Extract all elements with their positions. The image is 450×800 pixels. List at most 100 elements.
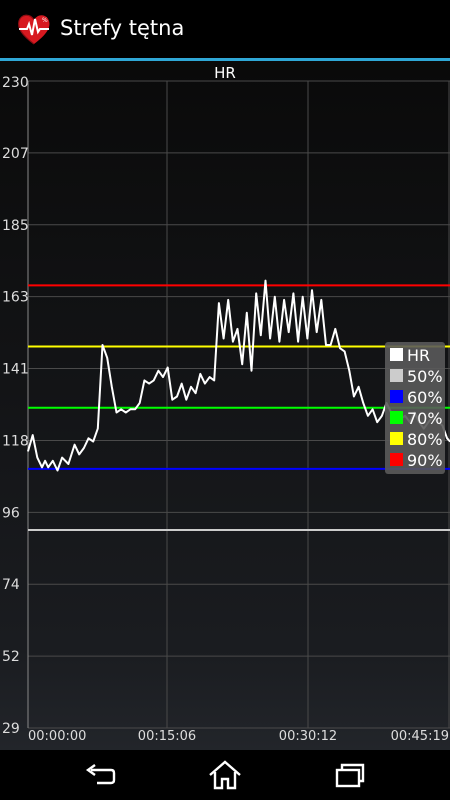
y-tick-label: 96	[2, 505, 20, 521]
hr-point	[288, 331, 290, 333]
hr-point	[199, 373, 201, 375]
hr-point	[320, 299, 322, 301]
hr-point	[32, 434, 34, 436]
hr-point	[367, 415, 369, 417]
x-tick-label: 00:15:06	[138, 729, 196, 744]
x-tick-label: 00:45:19	[391, 729, 449, 744]
legend-label: 60%	[407, 388, 443, 407]
hr-chart: 23020718516314111896745229 00:00:00 00:15:…	[2, 75, 450, 744]
hr-point	[129, 408, 132, 410]
hr-point	[125, 411, 127, 414]
hr-point	[190, 386, 192, 388]
y-tick-label: 207	[2, 146, 29, 162]
legend-swatch	[390, 453, 403, 466]
legend-swatch	[390, 432, 403, 445]
hr-point	[67, 463, 69, 465]
hr-point	[306, 337, 308, 340]
hr-point	[195, 392, 197, 394]
hr-point	[246, 312, 248, 314]
hr-point	[78, 453, 80, 455]
hr-point	[83, 447, 85, 449]
legend-label: 80%	[407, 430, 443, 449]
back-button[interactable]	[70, 750, 130, 800]
svg-text:%: %	[42, 17, 48, 24]
x-tick-label: 00:30:12	[279, 729, 337, 744]
legend-swatch	[390, 390, 403, 403]
hr-point	[362, 402, 364, 404]
hr-point	[236, 328, 239, 330]
hr-point	[357, 386, 360, 388]
hr-point	[371, 408, 374, 410]
hr-point	[52, 460, 54, 462]
hr-point	[344, 350, 346, 352]
hr-point	[218, 302, 220, 304]
legend-label: 90%	[407, 451, 443, 470]
hr-point	[376, 421, 378, 423]
hr-point	[181, 382, 183, 385]
hr-point	[27, 450, 29, 452]
hr-point	[134, 408, 136, 410]
hr-point	[143, 379, 146, 381]
chart-title: HR	[214, 64, 236, 82]
hr-point	[208, 376, 211, 378]
hr-point	[47, 466, 49, 468]
hr-point	[36, 457, 38, 459]
legend-swatch	[390, 348, 403, 361]
hr-point	[162, 376, 164, 378]
hr-point	[260, 334, 262, 336]
x-tick-label: 00:00:00	[28, 729, 86, 744]
hr-point	[283, 299, 285, 301]
legend-label: 70%	[407, 409, 443, 428]
y-tick-label: 185	[2, 218, 29, 234]
hr-point	[61, 457, 63, 459]
recents-icon	[335, 763, 365, 788]
hr-point	[153, 379, 155, 381]
hr-point	[92, 440, 94, 443]
hr-point	[56, 469, 59, 472]
hr-point	[274, 296, 276, 298]
chart-area: 230 207 185 163 141 118 96 74 52 29 00:00:00 00:15:…	[0, 61, 450, 750]
hr-point	[73, 444, 76, 446]
hr-point	[241, 363, 243, 365]
hr-point	[250, 370, 253, 372]
hr-point	[255, 292, 257, 295]
hr-point	[330, 344, 332, 346]
hr-point	[115, 411, 118, 414]
app-title: Strefy tętna	[60, 16, 185, 40]
y-tick-label: 74	[2, 577, 20, 593]
hr-point	[232, 341, 234, 343]
hr-point	[353, 395, 355, 398]
hr-point	[87, 437, 90, 439]
recents-button[interactable]	[320, 750, 380, 800]
action-bar: % Strefy tętna	[0, 0, 450, 58]
hr-point	[297, 341, 299, 343]
hr-point	[339, 347, 341, 349]
hr-point	[311, 289, 313, 291]
hr-point	[222, 337, 225, 340]
hr-point	[101, 344, 104, 346]
hr-point	[213, 379, 215, 381]
hr-point	[269, 337, 271, 340]
y-tick-label: 29	[2, 721, 20, 737]
navigation-bar	[0, 750, 450, 800]
hr-point	[176, 395, 178, 398]
hr-point	[97, 428, 99, 430]
y-tick-label: 52	[2, 649, 20, 665]
y-tick-label: 118	[2, 433, 29, 449]
hr-point	[41, 466, 43, 468]
hr-point	[381, 415, 383, 417]
hr-point	[348, 370, 350, 372]
hr-point	[264, 279, 267, 282]
hr-point	[148, 382, 150, 385]
hr-point	[120, 408, 122, 410]
hr-point	[292, 292, 294, 295]
hr-point	[204, 382, 206, 385]
hr-point	[157, 370, 159, 372]
legend-label: HR	[407, 346, 430, 365]
hr-point	[302, 296, 304, 298]
heart-pulse-icon[interactable]: %	[16, 11, 52, 47]
home-button[interactable]	[195, 750, 255, 800]
hr-point	[106, 357, 108, 359]
hr-point	[446, 437, 448, 439]
y-tick-label: 141	[2, 362, 29, 378]
